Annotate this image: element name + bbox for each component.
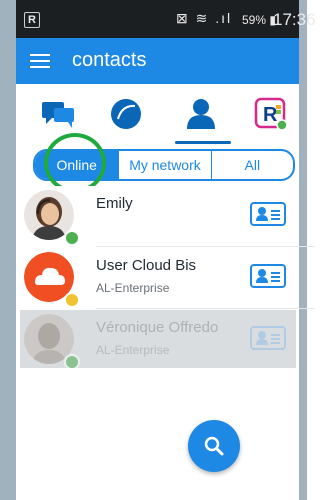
search-icon	[204, 436, 224, 456]
contact-company: AL-Enterprise	[96, 343, 170, 357]
contact-name: Véronique Offredo	[96, 319, 219, 336]
filter-all[interactable]: All	[212, 151, 293, 179]
carrier-icon: R	[24, 12, 40, 28]
contact-company: AL-Enterprise	[96, 281, 170, 295]
presence-online-dot	[64, 354, 80, 370]
row-divider	[96, 308, 315, 309]
presence-away-dot	[64, 292, 80, 308]
contact-row[interactable]: Emily	[16, 186, 299, 246]
search-fab-button[interactable]	[188, 420, 240, 472]
frame-left-edge	[0, 0, 16, 500]
chat-bubbles-icon	[42, 102, 74, 128]
contact-row[interactable]: User Cloud Bis AL-Enterprise	[16, 248, 299, 308]
contact-name: Emily	[96, 195, 133, 212]
tab-contacts[interactable]	[173, 90, 229, 138]
frame-right-edge	[299, 0, 307, 500]
contact-card-button[interactable]	[250, 202, 286, 226]
status-bar: R ⊠ ≋ .ıl 59% ▮ 17:36	[16, 0, 316, 38]
person-icon	[187, 99, 215, 129]
contact-card-icon	[256, 207, 280, 221]
page-title: contacts	[72, 49, 147, 71]
contact-card-icon	[256, 331, 280, 345]
tab-bubbles[interactable]	[98, 90, 154, 138]
contact-card-button[interactable]	[250, 326, 286, 350]
contact-row[interactable]: Véronique Offredo AL-Enterprise	[16, 310, 299, 370]
tab-conversations[interactable]	[30, 90, 86, 138]
svg-text:R: R	[263, 104, 278, 126]
filter-my-network[interactable]: My network	[119, 151, 212, 179]
row-divider	[96, 246, 315, 247]
battery-indicator: 59% ▮	[242, 13, 276, 27]
contact-card-button[interactable]	[250, 264, 286, 288]
active-tab-indicator	[175, 141, 231, 144]
presence-online-dot	[64, 230, 80, 246]
device-frame: R ⊠ ≋ .ıl 59% ▮ 17:36 contacts R Online …	[0, 0, 316, 500]
bubble-icon	[111, 99, 141, 129]
rainbow-r-icon: R	[254, 97, 288, 131]
clock: 17:36	[273, 10, 316, 29]
hamburger-menu-icon[interactable]	[30, 54, 50, 68]
highlight-ring	[44, 133, 106, 193]
status-icons: ⊠ ≋ .ıl	[176, 10, 233, 26]
contact-card-icon	[256, 269, 280, 283]
tab-rainbow[interactable]: R	[243, 90, 299, 138]
app-bar: contacts	[16, 38, 299, 84]
contact-name: User Cloud Bis	[96, 257, 197, 274]
